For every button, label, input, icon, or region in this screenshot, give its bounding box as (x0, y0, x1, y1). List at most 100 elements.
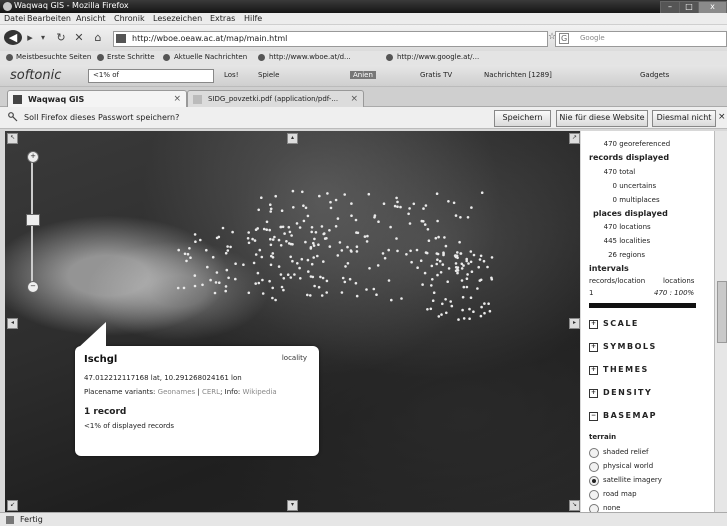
reload-icon[interactable]: ↻ (54, 30, 68, 45)
location-point[interactable] (438, 259, 442, 263)
location-point[interactable] (314, 231, 318, 234)
location-point[interactable] (209, 278, 212, 282)
location-point[interactable] (298, 226, 302, 229)
location-point[interactable] (462, 285, 466, 289)
location-point[interactable] (309, 294, 312, 297)
location-point[interactable] (257, 281, 261, 285)
location-point[interactable] (319, 275, 322, 279)
location-point[interactable] (383, 256, 387, 260)
history-dropdown-icon[interactable]: ▾ (38, 30, 48, 45)
location-point[interactable] (355, 250, 359, 253)
location-point[interactable] (424, 204, 428, 207)
softonic-radio[interactable]: Anien (350, 71, 376, 79)
location-point[interactable] (453, 254, 457, 257)
location-point[interactable] (226, 245, 229, 248)
location-point[interactable] (279, 225, 283, 229)
location-point[interactable] (336, 217, 340, 220)
location-point[interactable] (461, 308, 464, 312)
menu-extras[interactable]: Extras (210, 14, 235, 23)
location-point[interactable] (425, 251, 429, 255)
location-point[interactable] (447, 200, 450, 203)
location-point[interactable] (447, 267, 451, 270)
location-point[interactable] (415, 248, 419, 252)
location-point[interactable] (468, 307, 471, 311)
location-point[interactable] (260, 255, 264, 259)
softonic-news[interactable]: Nachrichten [1289] (484, 71, 552, 79)
location-point[interactable] (340, 291, 344, 294)
location-point[interactable] (247, 291, 251, 295)
location-point[interactable] (395, 237, 398, 240)
location-point[interactable] (312, 244, 316, 247)
location-point[interactable] (472, 310, 475, 313)
location-point[interactable] (322, 232, 326, 236)
location-point[interactable] (269, 210, 273, 213)
location-point[interactable] (444, 244, 448, 248)
section-scale[interactable]: + SCALE (589, 319, 639, 329)
location-point[interactable] (182, 286, 186, 290)
location-point[interactable] (344, 265, 347, 268)
location-point[interactable] (215, 271, 219, 274)
location-point[interactable] (459, 252, 463, 255)
pan-north-icon[interactable]: ▴ (287, 133, 298, 144)
location-point[interactable] (226, 249, 230, 252)
not-now-button[interactable]: Diesmal nicht (652, 110, 716, 127)
search-input[interactable]: G Google (555, 31, 727, 47)
location-point[interactable] (466, 273, 469, 276)
location-point[interactable] (363, 235, 367, 238)
location-point[interactable] (436, 252, 440, 256)
location-point[interactable] (408, 222, 412, 225)
location-point[interactable] (282, 277, 286, 280)
location-point[interactable] (286, 273, 290, 276)
location-point[interactable] (280, 209, 284, 212)
location-point[interactable] (479, 254, 483, 258)
location-point[interactable] (467, 262, 470, 265)
location-point[interactable] (288, 230, 292, 234)
home-icon[interactable]: ⌂ (90, 30, 106, 45)
location-point[interactable] (461, 295, 465, 299)
location-point[interactable] (387, 248, 391, 252)
location-point[interactable] (306, 258, 310, 262)
location-point[interactable] (309, 246, 313, 249)
location-point[interactable] (472, 253, 476, 257)
location-point[interactable] (312, 241, 315, 245)
location-point[interactable] (185, 259, 188, 263)
location-point[interactable] (186, 252, 190, 256)
location-point[interactable] (439, 271, 443, 274)
menu-lesezeichen[interactable]: Lesezeichen (153, 14, 202, 23)
bookmark-google[interactable]: http://www.google.at/... (397, 53, 479, 61)
location-point[interactable] (355, 294, 359, 298)
location-point[interactable] (313, 284, 316, 288)
section-symbols[interactable]: + SYMBOLS (589, 342, 657, 352)
location-point[interactable] (213, 291, 217, 295)
location-point[interactable] (421, 283, 424, 286)
location-point[interactable] (328, 245, 332, 248)
location-point[interactable] (469, 260, 473, 264)
location-point[interactable] (334, 225, 338, 228)
softonic-games[interactable]: Spiele (258, 71, 279, 79)
location-point[interactable] (269, 203, 272, 206)
location-point[interactable] (183, 252, 187, 256)
location-point[interactable] (247, 231, 250, 234)
location-point[interactable] (459, 216, 462, 219)
location-point[interactable] (302, 204, 305, 207)
location-point[interactable] (193, 233, 197, 236)
location-point[interactable] (389, 225, 392, 229)
location-point[interactable] (177, 248, 180, 252)
location-point[interactable] (427, 239, 431, 242)
softonic-gadgets[interactable]: Gadgets (640, 71, 669, 79)
location-point[interactable] (436, 258, 439, 261)
panel-scrollbar[interactable] (714, 131, 727, 512)
location-point[interactable] (334, 198, 338, 202)
location-point[interactable] (462, 317, 466, 320)
softonic-go[interactable]: Los! (224, 71, 239, 79)
location-point[interactable] (405, 253, 408, 256)
location-point[interactable] (282, 288, 285, 292)
location-point[interactable] (273, 235, 276, 239)
location-point[interactable] (367, 192, 371, 196)
location-point[interactable] (307, 270, 310, 273)
location-point[interactable] (242, 263, 245, 266)
location-point[interactable] (400, 297, 403, 300)
location-point[interactable] (387, 279, 391, 282)
location-point[interactable] (368, 267, 371, 270)
location-point[interactable] (432, 291, 436, 294)
